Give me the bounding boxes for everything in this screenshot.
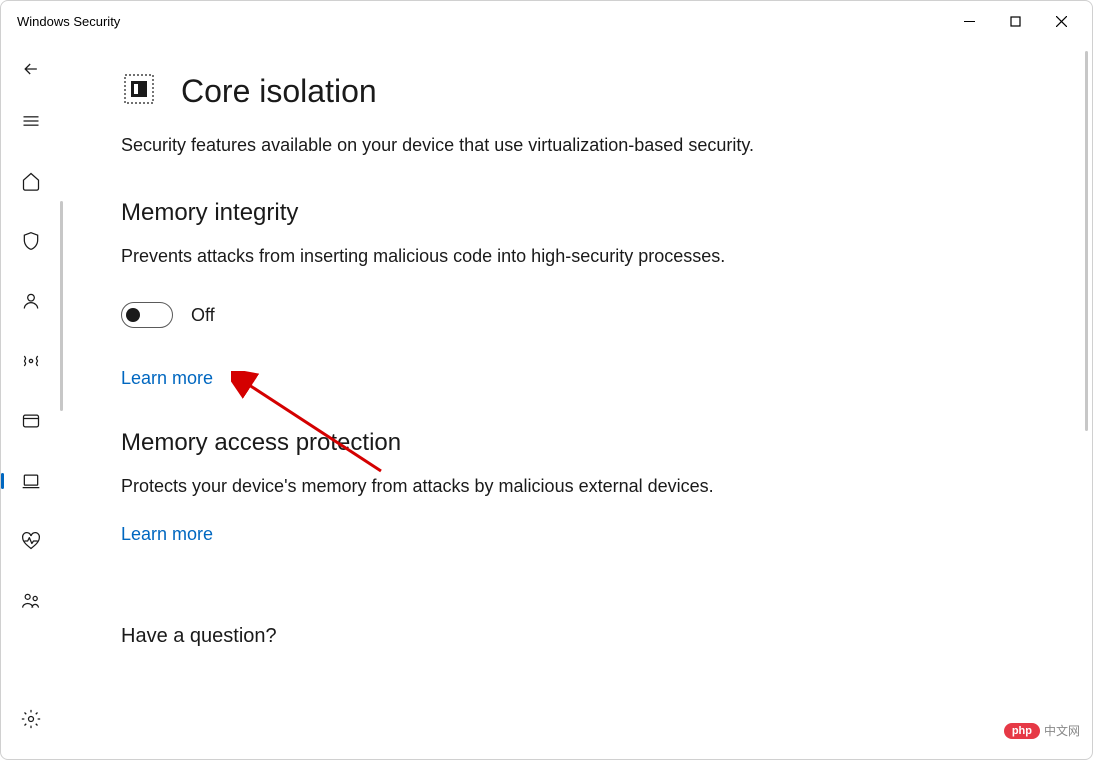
menu-button[interactable] bbox=[11, 101, 51, 141]
shield-icon bbox=[21, 231, 41, 251]
app-browser-icon bbox=[21, 411, 41, 431]
close-button[interactable] bbox=[1038, 5, 1084, 37]
core-isolation-icon bbox=[121, 71, 157, 112]
memory-integrity-toggle-row: Off bbox=[121, 302, 1032, 328]
device-security-icon bbox=[21, 471, 41, 491]
home-icon bbox=[21, 171, 41, 191]
toggle-knob bbox=[126, 308, 140, 322]
sidebar-item-app-browser[interactable] bbox=[11, 401, 51, 441]
main-content: Core isolation Security features availab… bbox=[61, 41, 1092, 759]
watermark-text: 中文网 bbox=[1044, 722, 1080, 739]
account-icon bbox=[21, 291, 41, 311]
page-header: Core isolation bbox=[121, 71, 1032, 112]
page-description: Security features available on your devi… bbox=[121, 132, 841, 159]
sidebar bbox=[1, 41, 61, 759]
page-title: Core isolation bbox=[181, 73, 377, 110]
have-question-heading: Have a question? bbox=[121, 625, 1032, 648]
memory-integrity-learn-more-link[interactable]: Learn more bbox=[121, 368, 213, 389]
back-arrow-icon bbox=[21, 59, 41, 79]
sidebar-item-firewall[interactable] bbox=[11, 341, 51, 381]
minimize-button[interactable] bbox=[946, 5, 992, 37]
memory-integrity-toggle[interactable] bbox=[121, 302, 173, 328]
heart-health-icon bbox=[21, 531, 41, 551]
sidebar-item-device-performance[interactable] bbox=[11, 521, 51, 561]
close-icon bbox=[1056, 16, 1067, 27]
back-button[interactable] bbox=[11, 49, 51, 89]
sidebar-item-device-security[interactable] bbox=[11, 461, 51, 501]
firewall-icon bbox=[21, 351, 41, 371]
maximize-icon bbox=[1010, 16, 1021, 27]
memory-integrity-title: Memory integrity bbox=[121, 199, 1032, 227]
maximize-button[interactable] bbox=[992, 5, 1038, 37]
sidebar-item-settings[interactable] bbox=[11, 699, 51, 739]
gear-icon bbox=[21, 709, 41, 729]
sidebar-item-account[interactable] bbox=[11, 281, 51, 321]
window-controls bbox=[946, 5, 1084, 37]
titlebar: Windows Security bbox=[1, 1, 1092, 41]
main-scrollbar[interactable] bbox=[1085, 51, 1088, 431]
family-icon bbox=[21, 591, 41, 611]
minimize-icon bbox=[964, 16, 975, 27]
memory-integrity-description: Prevents attacks from inserting maliciou… bbox=[121, 243, 841, 270]
hamburger-icon bbox=[21, 111, 41, 131]
memory-access-learn-more-link[interactable]: Learn more bbox=[121, 524, 213, 545]
watermark-badge: php bbox=[1004, 723, 1040, 739]
watermark: php 中文网 bbox=[1004, 722, 1080, 739]
sidebar-item-home[interactable] bbox=[11, 161, 51, 201]
window-title: Windows Security bbox=[17, 14, 120, 29]
toggle-state-label: Off bbox=[191, 305, 215, 326]
sidebar-item-virus[interactable] bbox=[11, 221, 51, 261]
sidebar-item-family[interactable] bbox=[11, 581, 51, 621]
memory-access-description: Protects your device's memory from attac… bbox=[121, 473, 841, 500]
memory-access-title: Memory access protection bbox=[121, 429, 1032, 457]
